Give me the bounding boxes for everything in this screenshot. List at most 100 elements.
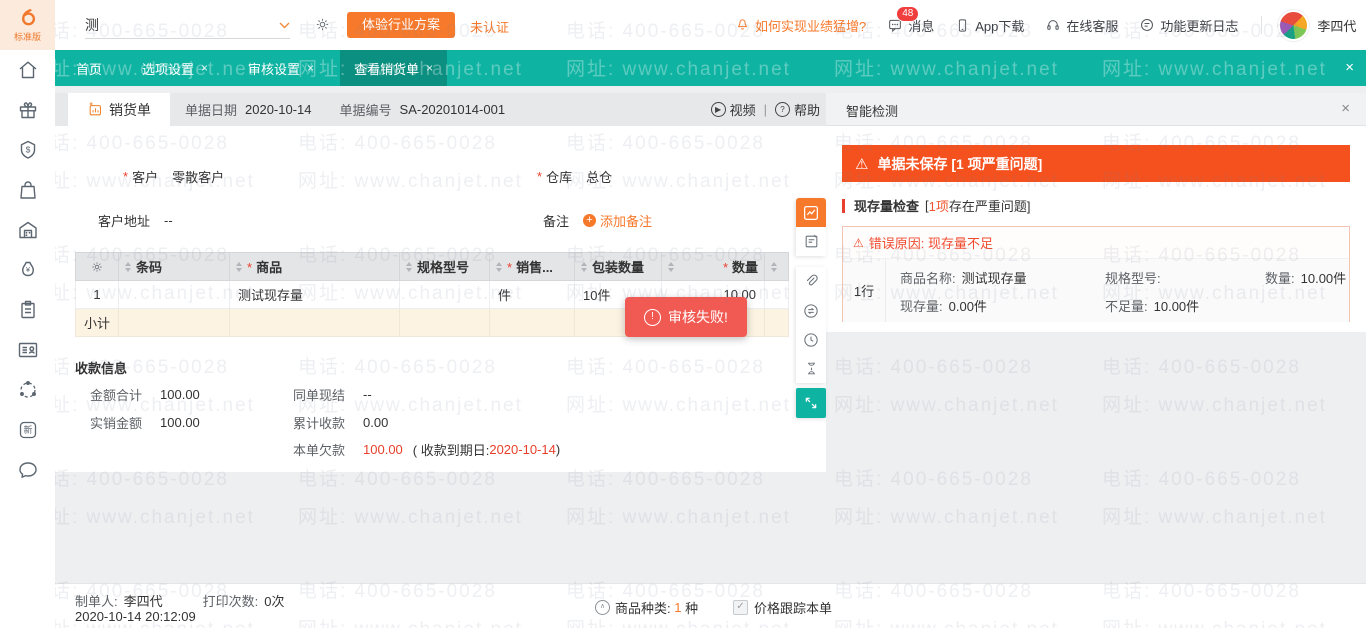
- tab-3[interactable]: 查看销货单×: [340, 50, 447, 86]
- note-edit-icon[interactable]: [796, 227, 826, 256]
- online-service-button[interactable]: 在线客服: [1045, 16, 1118, 35]
- actual-amount-value: 100.00: [160, 415, 200, 430]
- warehouse-field[interactable]: * 仓库 总仓: [537, 166, 612, 186]
- headset-icon: [1045, 17, 1061, 33]
- left-nav-sidebar: $ ¥ 新: [0, 50, 55, 628]
- expand-fullscreen-icon[interactable]: [796, 388, 826, 418]
- cert-status[interactable]: 未认证: [470, 17, 509, 36]
- cell-0[interactable]: [119, 281, 230, 309]
- cell-3[interactable]: 件: [490, 281, 575, 309]
- id-card-icon[interactable]: [16, 338, 40, 362]
- money-bag-icon[interactable]: ¥: [16, 258, 40, 282]
- plus-icon: +: [583, 214, 596, 227]
- cell-1[interactable]: 测试现存量: [230, 281, 400, 309]
- feedback-chat-icon[interactable]: [16, 458, 40, 482]
- table-gear-icon[interactable]: [76, 253, 119, 281]
- app-download-label: App下载: [975, 16, 1024, 35]
- warning-triangle-icon: ⚠: [855, 155, 868, 173]
- amount-total-label: 金额合计: [90, 385, 142, 404]
- user-name[interactable]: 李四代: [1317, 16, 1356, 35]
- company-select[interactable]: 测: [85, 12, 290, 39]
- app-logo[interactable]: 标准版: [0, 0, 55, 50]
- stock-value: 0.00件: [949, 296, 987, 315]
- doc-type-label: 销货单: [109, 100, 151, 120]
- history-clock-icon[interactable]: [796, 325, 826, 354]
- logo-icon: [17, 7, 39, 29]
- company-name: 测: [85, 15, 99, 35]
- video-link[interactable]: 视频: [730, 100, 756, 119]
- sku-count: 1: [674, 600, 681, 615]
- watermark-text: 网址: www.chanjet.net: [55, 502, 255, 529]
- currency-hourglass-icon[interactable]: [796, 354, 826, 383]
- purchase-badge-icon[interactable]: $: [16, 138, 40, 162]
- app-download-button[interactable]: App下载: [955, 16, 1024, 35]
- panel-close-icon[interactable]: ×: [1341, 100, 1350, 117]
- help-link[interactable]: 帮助: [794, 100, 820, 119]
- network-icon[interactable]: [16, 378, 40, 402]
- promo-label: 如何实现业绩猛增?: [755, 16, 866, 35]
- add-note-button[interactable]: + 添加备注: [583, 211, 652, 230]
- sku-label: 商品种类:: [615, 598, 671, 617]
- messages-button[interactable]: 消息 48: [887, 16, 934, 35]
- smart-detect-icon[interactable]: [796, 198, 826, 227]
- tab-close-icon[interactable]: ×: [426, 61, 433, 75]
- close-panel-icon[interactable]: ×: [1345, 50, 1354, 86]
- col-header-1[interactable]: *商品: [230, 253, 400, 281]
- sort-arrows-icon: [581, 262, 587, 272]
- warning-triangle-icon: ⚠: [853, 236, 864, 250]
- product-name-value: 测试现存量: [962, 268, 1027, 287]
- col-header-extra[interactable]: [765, 253, 789, 281]
- settings-gear-icon[interactable]: [314, 16, 331, 33]
- cell-2[interactable]: [400, 281, 490, 309]
- error-detail-box: ⚠ 错误原因: 现存量不足 1行 商品名称: 测试现存量 规格型号: 数量: 1…: [842, 226, 1350, 322]
- sku-unit: 种: [685, 598, 698, 617]
- home-icon[interactable]: [16, 58, 40, 82]
- col-header-4[interactable]: 包装数量: [575, 253, 662, 281]
- customer-field[interactable]: * 客户 零散客户: [123, 166, 224, 186]
- doc-type-tab[interactable]: 销货单: [68, 93, 170, 126]
- spec-label: 规格型号:: [1105, 268, 1161, 287]
- transfer-exchange-icon[interactable]: [796, 296, 826, 325]
- qty-value: 10.00件: [1301, 268, 1347, 287]
- messages-badge: 48: [896, 6, 919, 22]
- section-marker: [842, 199, 845, 213]
- due-date-value: 2020-10-14: [489, 442, 556, 457]
- sku-summary: ∧ 商品种类: 1 种: [595, 598, 698, 617]
- col-header-3[interactable]: *销售...: [490, 253, 575, 281]
- user-avatar[interactable]: [1278, 10, 1309, 41]
- tab-1[interactable]: 选项设置×: [128, 50, 222, 86]
- sort-arrows-icon: [406, 262, 412, 272]
- col-header-0[interactable]: 条码: [119, 253, 230, 281]
- price-track-checkbox[interactable]: ✓ 价格跟踪本单: [733, 598, 832, 617]
- sort-arrows-icon: [496, 262, 502, 272]
- top-bar: 标准版 测 体验行业方案 未认证 如何实现业绩猛增?: [0, 0, 1366, 50]
- attachment-paperclip-icon[interactable]: [796, 267, 826, 296]
- sales-bag-icon[interactable]: [16, 178, 40, 202]
- watermark-text: 电话: 400-665-0028: [1102, 464, 1301, 491]
- doc-links: ▶ 视频 | ? 帮助: [711, 93, 820, 126]
- topbar-right-cluster: 如何实现业绩猛增? 消息 48 App下载: [735, 0, 1356, 50]
- warehouse-icon[interactable]: [16, 218, 40, 242]
- topbar-divider: [1261, 16, 1262, 34]
- clipboard-icon[interactable]: [16, 298, 40, 322]
- collapse-circle-icon[interactable]: ∧: [595, 600, 610, 615]
- footer-bar: 制单人: 李四代 打印次数: 0次 2020-10-14 20:12:09 ∧ …: [55, 583, 1366, 628]
- watermark-text: 网址: www.chanjet.net: [1102, 502, 1327, 529]
- online-service-label: 在线客服: [1066, 16, 1118, 35]
- col-header-5[interactable]: *数量: [662, 253, 765, 281]
- changelog-button[interactable]: 功能更新日志: [1139, 16, 1238, 35]
- promo-link[interactable]: 如何实现业绩猛增?: [735, 16, 866, 35]
- due-date-suffix: ): [556, 442, 560, 457]
- trial-plan-button[interactable]: 体验行业方案: [347, 12, 455, 38]
- new-feature-icon[interactable]: 新: [16, 418, 40, 442]
- tab-close-icon[interactable]: ×: [307, 61, 314, 75]
- gift-icon[interactable]: [16, 98, 40, 122]
- qty-label: 数量:: [1265, 268, 1295, 287]
- tab-home[interactable]: 首页: [62, 50, 116, 86]
- tab-close-icon[interactable]: ×: [201, 61, 208, 75]
- right-toolbar: [796, 198, 826, 418]
- print-count-value: 0次: [264, 591, 284, 610]
- tab-bar: 首页选项设置× 审核设置× 查看销货单× ×: [0, 50, 1366, 86]
- tab-2[interactable]: 审核设置×: [234, 50, 328, 86]
- col-header-2[interactable]: 规格型号: [400, 253, 490, 281]
